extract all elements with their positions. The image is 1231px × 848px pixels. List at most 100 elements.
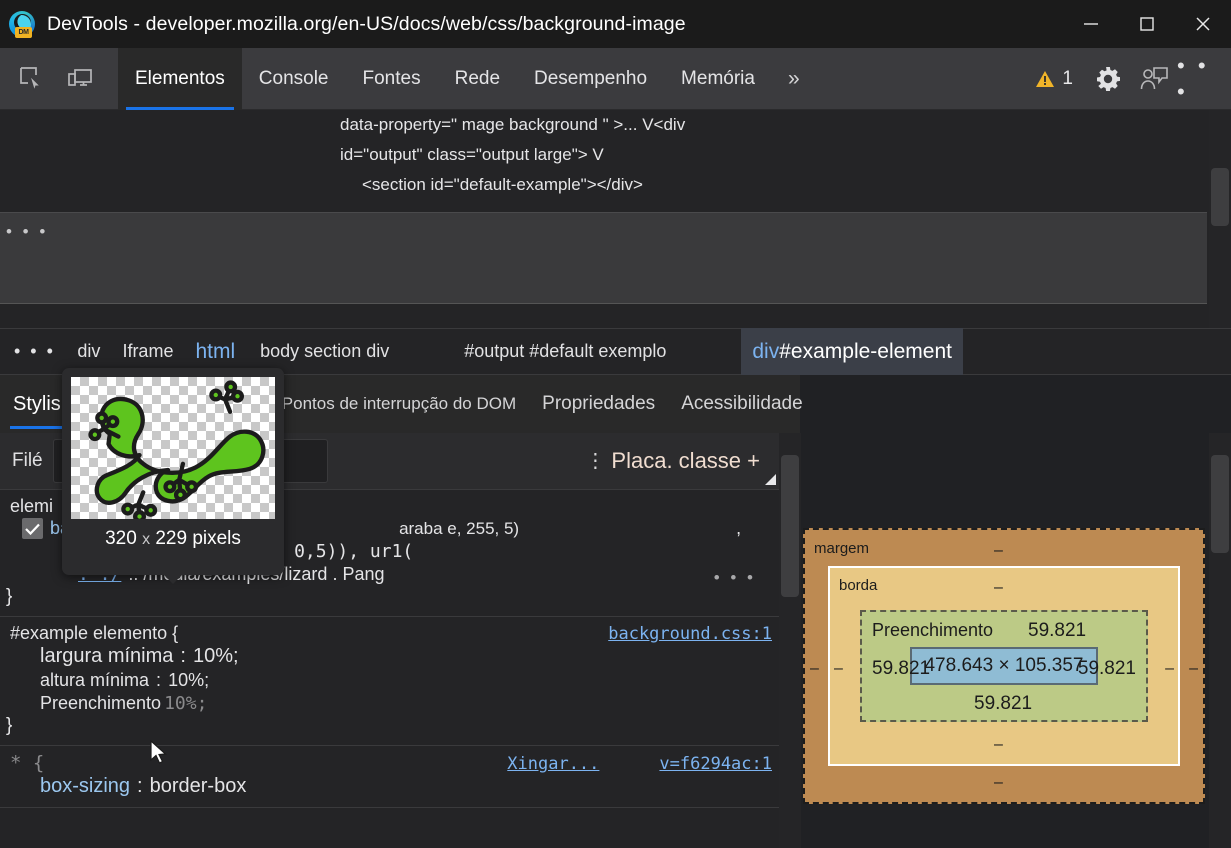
box-model-padding-layer[interactable]: Preenchimento 59.821 59.821 59.821 59.82… (860, 610, 1148, 722)
dom-tree-panel[interactable]: data-property=" mage background " >... V… (0, 110, 1231, 328)
css-source-label[interactable]: Xingar... (507, 754, 599, 774)
css-property-value[interactable]: 10%; (193, 645, 239, 668)
tab-label: Memória (681, 68, 755, 90)
tab-label: Desempenho (534, 68, 647, 90)
css-rule-selector-row[interactable]: #example elemento { background.css:1 (0, 623, 782, 644)
box-model-padding-left[interactable]: 59.821 (872, 658, 930, 680)
minimize-button[interactable] (1063, 0, 1119, 48)
box-model-border-right[interactable]: – (1165, 660, 1174, 678)
css-rule-close-brace: } (0, 586, 782, 608)
warning-count: 1 (1062, 68, 1073, 90)
device-toolbar-icon[interactable] (56, 55, 104, 103)
tab-acessibilidade[interactable]: Acessibilidade (668, 375, 815, 433)
tab-desempenho[interactable]: Desempenho (517, 48, 664, 110)
close-button[interactable] (1175, 0, 1231, 48)
css-property-value[interactable]: 10%; (164, 693, 207, 714)
styles-kebab-icon[interactable]: ⋮ (585, 454, 605, 468)
tab-label: Elementos (135, 68, 225, 90)
overflow-menu-icon[interactable]: • • • (1177, 56, 1223, 102)
css-declaration[interactable]: largura mínima: 10%; (0, 644, 782, 669)
dom-line[interactable]: <section id="default-example"></div> (0, 170, 1231, 200)
css-selector[interactable]: * { (10, 752, 44, 774)
hov-cls-buttons[interactable]: Placa. classe + (611, 448, 760, 474)
css-selector[interactable]: #example elemento { (10, 623, 178, 644)
box-model-border-layer[interactable]: borda – – – – Preenchimento 59.821 59.82… (828, 566, 1180, 766)
tooltip-arrow-icon (164, 575, 182, 584)
warning-indicator[interactable]: 1 (1023, 68, 1085, 90)
resize-corner-icon[interactable] (765, 474, 776, 485)
css-rule-example-element[interactable]: #example elemento { background.css:1 lar… (0, 617, 782, 746)
dom-selected-node[interactable] (0, 212, 1207, 304)
box-model-border-bottom[interactable]: – (994, 736, 1003, 754)
box-model-padding-label: Preenchimento (872, 620, 993, 641)
image-dimension-separator: x (142, 531, 150, 548)
inspect-element-icon[interactable] (8, 55, 56, 103)
image-preview-tooltip: 320 x 229 pixels (62, 368, 284, 575)
css-property-value[interactable]: 10%; (168, 670, 209, 691)
tab-rede[interactable]: Rede (438, 48, 517, 110)
dom-line[interactable]: id="output" class="output large"> V (0, 140, 1231, 170)
window-controls (1063, 0, 1231, 48)
css-rule-selector-row[interactable]: * { Xingar... v=f6294ac:1 (0, 752, 782, 774)
gear-icon[interactable] (1085, 56, 1131, 102)
css-property-name[interactable]: box-sizing (40, 775, 130, 798)
dom-row-ellipsis-icon[interactable]: • • • (6, 222, 48, 242)
box-model-margin-label: margem (814, 540, 869, 557)
tab-elementos[interactable]: Elementos (118, 48, 242, 110)
tab-propriedades[interactable]: Propriedades (529, 375, 668, 433)
breadcrumb-overflow-icon[interactable]: • • • (0, 328, 66, 375)
box-model-border-top[interactable]: – (994, 579, 1003, 597)
box-model-margin-top[interactable]: – (994, 542, 1003, 560)
breadcrumb-tag-name: div (752, 340, 779, 364)
css-rule-universal[interactable]: * { Xingar... v=f6294ac:1 box-sizing: bo… (0, 746, 782, 808)
tab-memoria[interactable]: Memória (664, 48, 772, 110)
more-tabs-icon[interactable]: » (772, 48, 816, 110)
box-model-margin-bottom[interactable]: – (994, 774, 1003, 792)
dom-line[interactable]: data-property=" mage background " >... V… (0, 110, 1231, 140)
box-model-margin-left[interactable]: – (810, 660, 819, 678)
right-pane-scrollbar-thumb[interactable] (1211, 455, 1229, 553)
css-rule-overflow-dots[interactable]: • • • (714, 568, 756, 588)
css-property-name[interactable]: Preenchimento (40, 693, 161, 714)
dom-scrollbar-thumb[interactable] (1211, 168, 1229, 226)
filter-label: Filé (0, 450, 43, 472)
tab-fontes[interactable]: Fontes (346, 48, 438, 110)
box-model-border-left[interactable]: – (834, 660, 843, 678)
mouse-cursor-icon (150, 740, 168, 766)
dom-selected-line1[interactable]: <div id="example-element" style="backgro… (408, 320, 863, 328)
box-model-margin-right[interactable]: – (1189, 660, 1198, 678)
tab-dom-breakpoints[interactable]: Pontos de interrupção do DOM (269, 375, 529, 433)
lizard-image-preview-icon (71, 377, 275, 519)
styles-toolbar-actions: ⋮ Placa. classe + (585, 448, 782, 474)
warning-triangle-icon (1035, 70, 1055, 88)
declaration-checkbox[interactable] (22, 518, 43, 539)
feedback-icon[interactable] (1131, 56, 1177, 102)
box-model-margin-layer[interactable]: margem – – – – borda – – – – Preenchimen… (803, 528, 1205, 804)
box-model-padding-top[interactable]: 59.821 (1028, 620, 1086, 642)
box-model-padding-bottom[interactable]: 59.821 (974, 693, 1032, 715)
dom-scrollbar-track[interactable] (1209, 110, 1231, 328)
css-declaration[interactable]: box-sizing: border-box (0, 774, 782, 799)
css-property-name[interactable]: largura mínima (40, 645, 173, 668)
tab-console[interactable]: Console (242, 48, 346, 110)
right-pane-scrollbar-track[interactable] (1209, 433, 1231, 848)
box-model-content-box[interactable]: 478.643 × 105.357 (910, 647, 1097, 685)
css-declaration[interactable]: altura mínima: 10%; (0, 669, 782, 692)
maximize-button[interactable] (1119, 0, 1175, 48)
css-source-link[interactable]: v=f6294ac:1 (659, 754, 772, 774)
styles-scrollbar-track[interactable] (779, 433, 801, 848)
image-preview-dimensions: 320 x 229 pixels (71, 519, 275, 550)
css-property-name[interactable]: altura mínima (40, 670, 149, 691)
css-declaration[interactable]: Preenchimento 10%; (0, 692, 782, 715)
css-property-value[interactable]: border-box (150, 775, 247, 798)
styles-scrollbar-thumb[interactable] (781, 455, 799, 597)
breadcrumb-item-example-element[interactable]: div#example-element (741, 328, 963, 375)
breadcrumb-item-output-default[interactable]: #output #default exemplo (400, 328, 677, 375)
css-property-value-c[interactable]: , (526, 518, 741, 539)
panel-tab-list: Elementos Console Fontes Rede Desempenho… (118, 48, 772, 110)
box-model-padding-right[interactable]: 59.821 (1078, 658, 1136, 680)
css-property-value-b[interactable]: araba e, 255, 5) (279, 519, 519, 539)
window-title: DevTools - developer.mozilla.org/en-US/d… (47, 13, 686, 36)
css-selector[interactable]: elemi (10, 496, 53, 517)
css-source-link[interactable]: background.css:1 (608, 624, 772, 644)
